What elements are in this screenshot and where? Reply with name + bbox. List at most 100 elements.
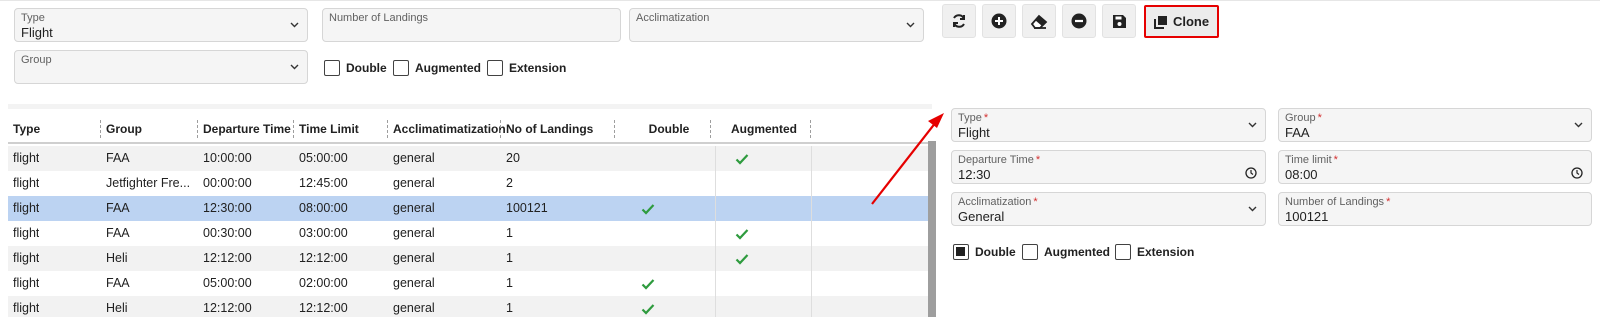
chevron-down-icon — [1247, 121, 1257, 129]
filter-type-label: Type — [21, 12, 45, 24]
detail-landings-label: Number of Landings * — [1285, 196, 1391, 208]
filter-type-select[interactable]: Type Flight — [14, 8, 308, 42]
cell-departure-time: 10:00:00 — [203, 151, 252, 165]
augmented-check-icon — [735, 152, 749, 165]
table-row[interactable]: flight Heli 12:12:00 12:12:00 general 1 — [8, 246, 932, 271]
checkbox-box[interactable] — [953, 244, 969, 260]
checkbox-box[interactable] — [1022, 244, 1038, 260]
annotation-arrow — [871, 113, 944, 205]
column-header-double[interactable]: Double — [614, 114, 718, 144]
checkbox-box[interactable] — [1115, 244, 1131, 260]
cell-divider — [811, 196, 812, 221]
cell-acclimatization: general — [393, 251, 435, 265]
detail-group-select[interactable]: Group * FAA — [1278, 108, 1592, 142]
clone-icon — [1153, 15, 1167, 29]
column-header-time-limit[interactable]: Time Limit — [293, 114, 359, 144]
cell-no-of-landings: 1 — [506, 301, 513, 315]
checkbox-box[interactable] — [487, 60, 503, 76]
add-icon — [991, 13, 1007, 29]
refresh-button[interactable] — [942, 4, 976, 38]
detail-double-checkbox[interactable]: Double — [953, 243, 1016, 261]
column-header-acclimatization[interactable]: Acclimatimatization — [387, 114, 506, 144]
cell-acclimatization: general — [393, 176, 435, 190]
cell-departure-time: 05:00:00 — [203, 276, 252, 290]
cell-divider — [811, 296, 812, 317]
cell-departure-time: 12:30:00 — [203, 201, 252, 215]
cell-no-of-landings: 20 — [506, 151, 520, 165]
detail-type-label: Type * — [958, 112, 989, 124]
cell-divider — [715, 271, 716, 296]
cell-group: Heli — [106, 301, 128, 315]
filter-number-of-landings-input[interactable]: Number of Landings — [322, 8, 621, 42]
cell-divider — [715, 221, 716, 246]
cell-departure-time: 12:12:00 — [203, 301, 252, 315]
clock-icon[interactable] — [1571, 167, 1583, 179]
column-header-departure-time[interactable]: Departure Time — [197, 114, 291, 144]
clear-button[interactable] — [1022, 4, 1056, 38]
table-row[interactable]: flight Jetfighter Fre... 00:00:00 12:45:00 g… — [8, 171, 932, 196]
remove-button[interactable] — [1062, 4, 1096, 38]
clone-button-label: Clone — [1172, 14, 1210, 29]
cell-type: flight — [13, 201, 40, 215]
detail-group-value: FAA — [1285, 125, 1310, 140]
detail-extension-checkbox[interactable]: Extension — [1115, 243, 1194, 261]
table-row[interactable]: flight FAA 10:00:00 05:00:00 general 20 — [8, 146, 932, 171]
cell-acclimatization: general — [393, 276, 435, 290]
table-header: Type Group Departure Time Time Limit Acc… — [8, 114, 932, 144]
cell-divider — [811, 146, 812, 171]
cell-time-limit: 08:00:00 — [299, 201, 348, 215]
cell-divider — [811, 221, 812, 246]
detail-group-label: Group * — [1285, 112, 1322, 124]
filter-acclimatization-select[interactable]: Acclimatization — [629, 8, 924, 42]
detail-landings-value: 100121 — [1285, 209, 1329, 224]
column-header-augmented[interactable]: Augmented — [710, 114, 812, 144]
filter-extension-label: Extension — [509, 61, 567, 75]
cell-no-of-landings: 1 — [506, 276, 513, 290]
filter-double-checkbox[interactable]: Double — [324, 59, 387, 77]
detail-extension-label: Extension — [1137, 245, 1195, 259]
table-row[interactable]: flight FAA 05:00:00 02:00:00 general 1 — [8, 271, 932, 296]
flights-table: Type Group Departure Time Time Limit Acc… — [8, 104, 932, 317]
table-row[interactable]: flight FAA 00:30:00 03:00:00 general 1 — [8, 221, 932, 246]
detail-acclimatization-value: General — [958, 209, 1005, 224]
column-header-group[interactable]: Group — [100, 114, 142, 144]
detail-time-limit-value: 08:00 — [1285, 167, 1318, 182]
cell-divider — [715, 296, 716, 317]
detail-departure-time-input[interactable]: Departure Time * 12:30 — [951, 150, 1266, 184]
detail-type-value: Flight — [958, 125, 990, 140]
chevron-down-icon — [905, 21, 915, 29]
cell-no-of-landings: 100121 — [506, 201, 548, 215]
augmented-check-icon — [735, 227, 749, 240]
cell-type: flight — [13, 301, 40, 315]
detail-type-select[interactable]: Type * Flight — [951, 108, 1266, 142]
clock-icon[interactable] — [1245, 167, 1257, 179]
detail-time-limit-input[interactable]: Time limit * 08:00 — [1278, 150, 1592, 184]
detail-augmented-label: Augmented — [1044, 245, 1110, 259]
cell-no-of-landings: 1 — [506, 251, 513, 265]
cell-time-limit: 12:45:00 — [299, 176, 348, 190]
filter-augmented-checkbox[interactable]: Augmented — [393, 59, 481, 77]
cell-acclimatization: general — [393, 226, 435, 240]
cell-type: flight — [13, 276, 40, 290]
filter-extension-checkbox[interactable]: Extension — [487, 59, 566, 77]
column-header-type[interactable]: Type — [13, 114, 40, 144]
save-button[interactable] — [1102, 4, 1136, 38]
detail-departure-time-value: 12:30 — [958, 167, 991, 182]
detail-departure-time-label: Departure Time * — [958, 154, 1041, 166]
filter-group-select[interactable]: Group — [14, 50, 308, 84]
filter-group-label: Group — [21, 54, 52, 66]
table-row[interactable]: flight Heli 12:12:00 12:12:00 general 1 — [8, 296, 932, 317]
table-row[interactable]: flight FAA 12:30:00 08:00:00 general 100121 — [8, 196, 932, 221]
checkbox-box[interactable] — [393, 60, 409, 76]
checkbox-box[interactable] — [324, 60, 340, 76]
clone-button[interactable]: Clone — [1144, 5, 1219, 38]
add-button[interactable] — [982, 4, 1016, 38]
cell-group: Heli — [106, 251, 128, 265]
detail-augmented-checkbox[interactable]: Augmented — [1022, 243, 1110, 261]
column-header-no-of-landings[interactable]: No of Landings — [499, 114, 593, 144]
cell-divider — [715, 171, 716, 196]
detail-acclimatization-select[interactable]: Acclimatization * General — [951, 192, 1266, 226]
detail-number-of-landings-input[interactable]: Number of Landings * 100121 — [1278, 192, 1592, 226]
cell-departure-time: 00:30:00 — [203, 226, 252, 240]
cell-no-of-landings: 1 — [506, 226, 513, 240]
